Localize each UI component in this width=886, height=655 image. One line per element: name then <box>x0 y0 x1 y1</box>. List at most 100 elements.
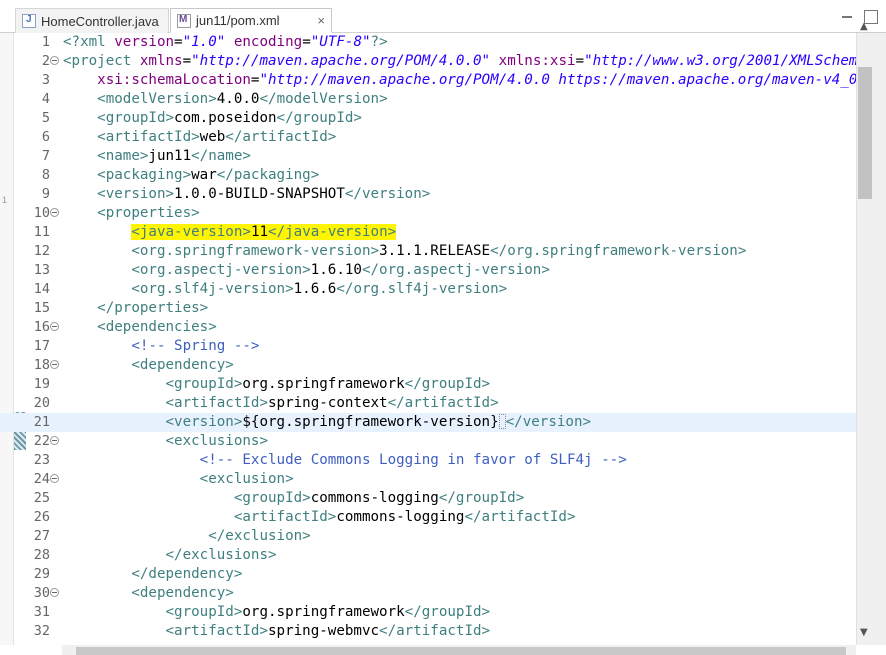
xml-text <box>63 623 166 639</box>
code-line[interactable]: 22 <exclusions> <box>0 432 856 451</box>
xml-tag: </groupId> <box>276 110 362 126</box>
vertical-scroll-thumb[interactable] <box>858 67 872 199</box>
code-line[interactable]: 32 <artifactId>spring-webmvc</artifactId… <box>0 622 856 641</box>
line-number: 7 <box>41 148 50 164</box>
code-text: <dependency> <box>63 356 234 375</box>
code-text: <artifactId>spring-webmvc</artifactId> <box>63 622 491 641</box>
xml-text <box>63 452 200 468</box>
xml-tag: </groupId> <box>404 376 491 392</box>
xml-text <box>63 357 131 373</box>
code-line[interactable]: 23 <!-- Exclude Commons Logging in favor… <box>0 451 856 470</box>
vertical-scrollbar[interactable]: ▲ ▼ <box>856 21 886 645</box>
close-tab-icon[interactable]: × <box>317 13 325 28</box>
fold-toggle-icon[interactable] <box>50 588 59 597</box>
xml-text: com.poseidon <box>174 110 277 126</box>
xml-text <box>63 509 234 525</box>
xml-text <box>63 395 166 411</box>
code-line[interactable]: 15 </properties> <box>0 299 856 318</box>
tab-pom-xml[interactable]: jun11/pom.xml × <box>170 8 332 33</box>
minimize-icon[interactable] <box>840 10 854 24</box>
code-line[interactable]: 13 <org.aspectj-version>1.6.10</org.aspe… <box>0 261 856 280</box>
code-line[interactable]: 27 </exclusion> <box>0 527 856 546</box>
fold-toggle-icon[interactable] <box>50 360 59 369</box>
code-text: <groupId>commons-logging</groupId> <box>63 489 524 508</box>
xml-attribute: xmlns <box>139 53 183 69</box>
xml-text <box>63 205 97 221</box>
xml-tag: <dependencies> <box>97 319 217 335</box>
xml-comment: <!-- Spring --> <box>131 338 260 354</box>
xml-text: ${org.springframework-version} <box>242 414 499 430</box>
xml-text: 1.6.10 <box>310 262 362 278</box>
xml-tag: <groupId> <box>97 110 175 126</box>
xml-text: = <box>174 34 183 50</box>
code-line[interactable]: 16 <dependencies> <box>0 318 856 337</box>
code-line[interactable]: 5 <groupId>com.poseidon</groupId> <box>0 109 856 128</box>
xml-text <box>63 186 97 202</box>
xml-tag: </exclusion> <box>208 528 311 544</box>
code-line[interactable]: 6 <artifactId>web</artifactId> <box>0 128 856 147</box>
line-number: 26 <box>33 509 50 525</box>
code-line[interactable]: 28 </exclusions> <box>0 546 856 565</box>
code-line[interactable]: 1 <?xml version="1.0" encoding="UTF-8"?> <box>0 33 856 52</box>
code-line[interactable]: 29 </dependency> <box>0 565 856 584</box>
xml-text <box>63 148 97 164</box>
fold-toggle-icon[interactable] <box>50 56 59 65</box>
code-line[interactable]: 12 <org.springframework-version>3.1.1.RE… <box>0 242 856 261</box>
code-line[interactable]: 2 <project xmlns="http://maven.apache.org… <box>0 52 856 71</box>
code-line[interactable]: 21 <version>${org.springframework-versio… <box>0 413 856 432</box>
xml-text <box>63 490 234 506</box>
code-line[interactable]: 20 <artifactId>spring-context</artifactI… <box>0 394 856 413</box>
horizontal-scrollbar[interactable] <box>62 645 856 655</box>
code-line[interactable]: 3 xsi:schemaLocation="http://maven.apach… <box>0 71 856 90</box>
fold-toggle-icon[interactable] <box>50 436 59 445</box>
line-number: 4 <box>41 91 50 107</box>
xml-text: org.springframework <box>242 376 405 392</box>
line-number: 22 <box>33 433 50 449</box>
window-controls <box>840 10 878 24</box>
code-line[interactable]: 8 <packaging>war</packaging> <box>0 166 856 185</box>
xml-text: commons-logging <box>336 509 465 525</box>
xml-tag: <exclusion> <box>199 471 294 487</box>
code-text: </dependency> <box>63 565 242 584</box>
code-line[interactable]: 11 <java-version>11</java-version> <box>0 223 856 242</box>
xml-string: "http://www.w3.org/2001/XMLSchema-inst <box>584 53 856 69</box>
fold-toggle-icon[interactable] <box>50 208 59 217</box>
fold-toggle-icon[interactable] <box>50 474 59 483</box>
code-line[interactable]: 17 <!-- Spring --> <box>0 337 856 356</box>
code-line[interactable]: 7 <name>jun11</name> <box>0 147 856 166</box>
tab-homecontroller-java[interactable]: HomeController.java <box>15 8 169 33</box>
code-line[interactable]: 9 <version>1.0.0-BUILD-SNAPSHOT</version… <box>0 185 856 204</box>
scroll-up-icon[interactable]: ▲ <box>860 21 868 32</box>
code-line[interactable]: 4 <modelVersion>4.0.0</modelVersion> <box>0 90 856 109</box>
code-line[interactable]: 25 <groupId>commons-logging</groupId> <box>0 489 856 508</box>
xml-tag: </java-version> <box>268 224 397 240</box>
code-line[interactable]: 24 <exclusion> <box>0 470 856 489</box>
xml-tag: <groupId> <box>165 604 243 620</box>
xml-text <box>63 471 200 487</box>
code-line[interactable]: 14 <org.slf4j-version>1.6.6</org.slf4j-v… <box>0 280 856 299</box>
code-line[interactable]: 30 <dependency> <box>0 584 856 603</box>
xml-tag: </org.aspectj-version> <box>361 262 550 278</box>
code-line[interactable]: 19 <groupId>org.springframework</groupId… <box>0 375 856 394</box>
xml-text <box>63 566 131 582</box>
code-text: <org.aspectj-version>1.6.10</org.aspectj… <box>63 261 550 280</box>
horizontal-scroll-thumb[interactable] <box>76 647 846 655</box>
code-line[interactable]: 26 <artifactId>commons-logging</artifact… <box>0 508 856 527</box>
xml-text <box>63 585 131 601</box>
xml-text: = <box>575 53 585 69</box>
line-number: 31 <box>33 604 50 620</box>
code-text: <exclusion> <box>63 470 294 489</box>
xml-tag: </org.slf4j-version> <box>336 281 508 297</box>
fold-toggle-icon[interactable] <box>50 322 59 331</box>
scroll-down-icon[interactable]: ▼ <box>860 627 868 638</box>
xml-tag: </artifactId> <box>464 509 576 525</box>
line-number: 3 <box>41 72 50 88</box>
code-line[interactable]: 10 <properties> <box>0 204 856 223</box>
code-editor[interactable]: 1 <?xml version="1.0" encoding="UTF-8"?> 2… <box>0 33 856 645</box>
line-number: 1 <box>41 34 50 50</box>
code-line[interactable]: 18 <dependency> <box>0 356 856 375</box>
xml-tag: <?xml <box>63 34 115 50</box>
code-line[interactable]: 31 <groupId>org.springframework</groupId… <box>0 603 856 622</box>
code-text: <version>1.0.0-BUILD-SNAPSHOT</version> <box>63 185 430 204</box>
line-number: 24 <box>33 471 50 487</box>
